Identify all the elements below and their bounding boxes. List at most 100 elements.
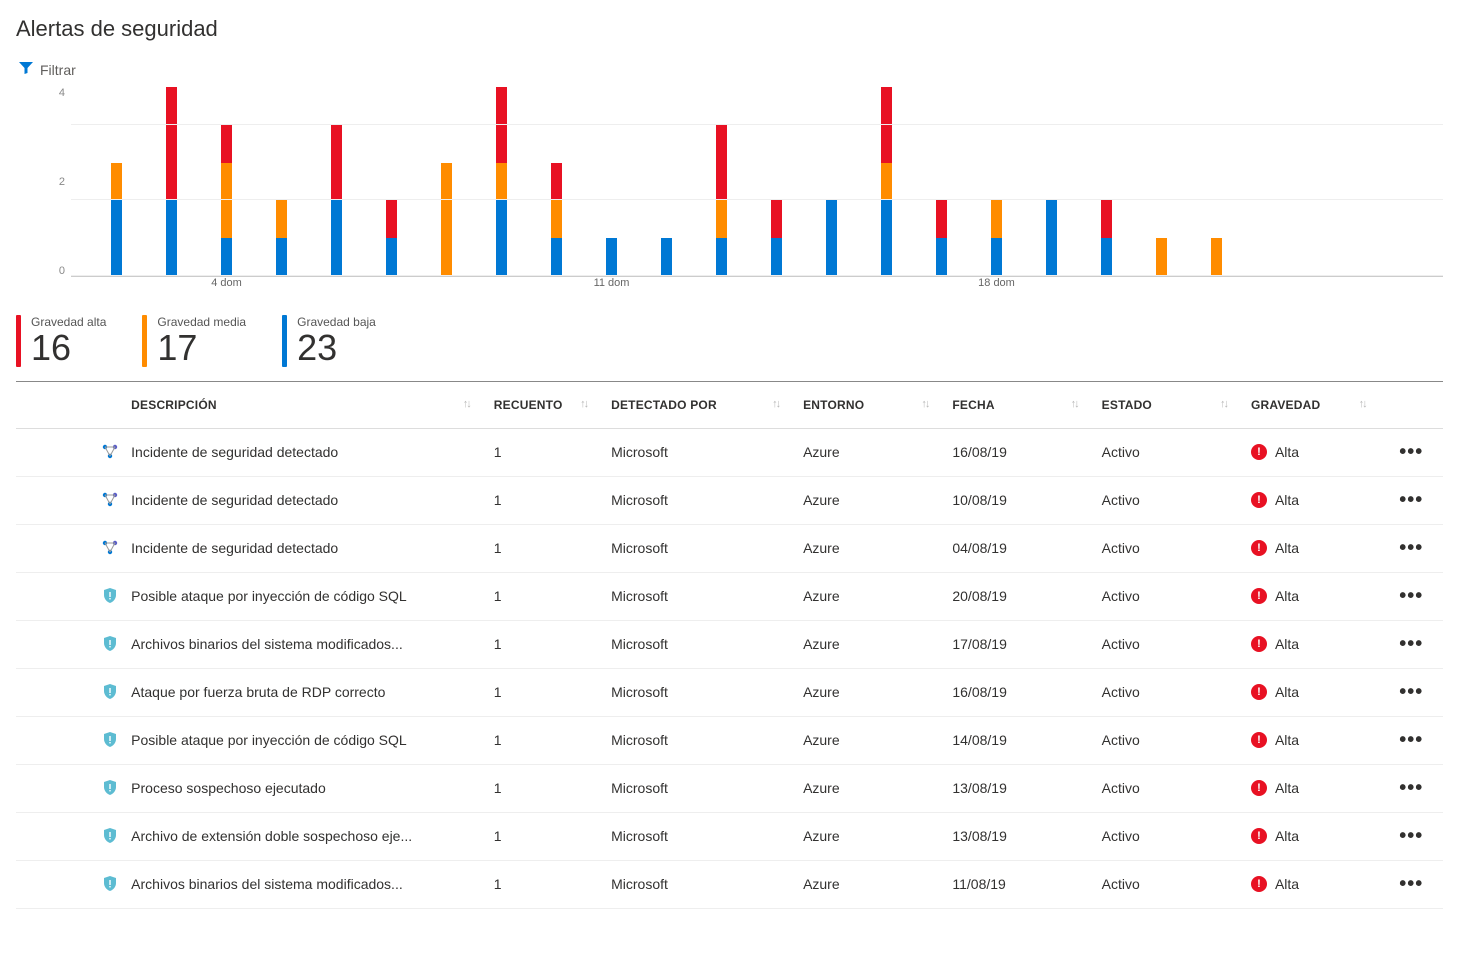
row-more-button[interactable]: ••• bbox=[1399, 585, 1423, 607]
row-more-button[interactable]: ••• bbox=[1399, 681, 1423, 703]
col-gravedad[interactable]: Gravedad↑↓ bbox=[1251, 382, 1390, 429]
chart-bar[interactable] bbox=[1156, 87, 1167, 276]
chart-bar[interactable] bbox=[1211, 87, 1222, 276]
row-more-button[interactable]: ••• bbox=[1399, 441, 1423, 463]
sort-icon: ↑↓ bbox=[1220, 398, 1227, 410]
table-row[interactable]: Archivo de extensión doble sospechoso ej… bbox=[16, 812, 1443, 860]
cell-entorno: Azure bbox=[803, 668, 952, 716]
chart-bar-segment-medium bbox=[441, 163, 452, 276]
filter-label: Filtrar bbox=[40, 62, 76, 78]
chart-bar[interactable] bbox=[881, 87, 892, 276]
cell-estado: Activo bbox=[1102, 620, 1251, 668]
severity-tile-value: 23 bbox=[297, 329, 376, 367]
chart-bar-segment-high bbox=[716, 125, 727, 201]
chart-bar-segment-medium bbox=[276, 200, 287, 238]
severity-tile-low[interactable]: Gravedad baja23 bbox=[282, 315, 376, 367]
row-expand[interactable] bbox=[16, 716, 101, 764]
chart-bar-segment-high bbox=[771, 200, 782, 238]
row-more-button[interactable]: ••• bbox=[1399, 633, 1423, 655]
chart-bar[interactable] bbox=[111, 87, 122, 276]
col-recuento[interactable]: Recuento↑↓ bbox=[494, 382, 611, 429]
row-expand[interactable] bbox=[16, 812, 101, 860]
alerts-table: Descripción↑↓ Recuento↑↓ Detectado por↑↓… bbox=[16, 382, 1443, 909]
chart-bar[interactable] bbox=[936, 87, 947, 276]
row-expand[interactable] bbox=[16, 524, 101, 572]
row-expand[interactable] bbox=[16, 764, 101, 812]
alerts-chart: 420 4 dom11 dom18 dom bbox=[16, 87, 1443, 297]
severity-summary: Gravedad alta16 Gravedad media17 Gravedad … bbox=[16, 315, 1443, 367]
table-row[interactable]: Ataque por fuerza bruta de RDP correcto 1… bbox=[16, 668, 1443, 716]
cell-detectado-por: Microsoft bbox=[611, 860, 803, 908]
filter-button[interactable]: Filtrar bbox=[16, 56, 78, 83]
severity-badge-icon: ! bbox=[1251, 540, 1267, 556]
chart-bar[interactable] bbox=[441, 87, 452, 276]
table-row[interactable]: Archivos binarios del sistema modificado… bbox=[16, 620, 1443, 668]
cell-detectado-por: Microsoft bbox=[611, 524, 803, 572]
cell-estado: Activo bbox=[1102, 428, 1251, 476]
chart-bar[interactable] bbox=[386, 87, 397, 276]
cell-gravedad: !Alta bbox=[1251, 572, 1390, 620]
chart-bar[interactable] bbox=[606, 87, 617, 276]
col-descripcion[interactable]: Descripción↑↓ bbox=[131, 382, 494, 429]
row-expand[interactable] bbox=[16, 476, 101, 524]
row-expand[interactable] bbox=[16, 572, 101, 620]
chart-bar[interactable] bbox=[166, 87, 177, 276]
incident-icon bbox=[101, 539, 121, 557]
severity-tile-value: 16 bbox=[31, 329, 106, 367]
col-estado[interactable]: Estado↑↓ bbox=[1102, 382, 1251, 429]
severity-badge-icon: ! bbox=[1251, 684, 1267, 700]
cell-estado: Activo bbox=[1102, 860, 1251, 908]
col-fecha[interactable]: Fecha↑↓ bbox=[952, 382, 1101, 429]
cell-fecha: 04/08/19 bbox=[952, 524, 1101, 572]
cell-descripcion: Archivo de extensión doble sospechoso ej… bbox=[131, 812, 494, 860]
chart-bar[interactable] bbox=[496, 87, 507, 276]
severity-tile-medium[interactable]: Gravedad media17 bbox=[142, 315, 246, 367]
chart-bar[interactable] bbox=[221, 87, 232, 276]
table-row[interactable]: Incidente de seguridad detectado1Microso… bbox=[16, 476, 1443, 524]
row-expand[interactable] bbox=[16, 620, 101, 668]
row-more-button[interactable]: ••• bbox=[1399, 729, 1423, 751]
table-row[interactable]: Proceso sospechoso ejecutado1MicrosoftAz… bbox=[16, 764, 1443, 812]
row-more-button[interactable]: ••• bbox=[1399, 825, 1423, 847]
chart-bar-segment-low bbox=[991, 238, 1002, 276]
chart-bar[interactable] bbox=[1101, 87, 1112, 276]
chart-bar[interactable] bbox=[1046, 87, 1057, 276]
table-row[interactable]: Archivos binarios del sistema modificado… bbox=[16, 860, 1443, 908]
chart-bar-segment-high bbox=[936, 200, 947, 238]
row-more-button[interactable]: ••• bbox=[1399, 873, 1423, 895]
cell-detectado-por: Microsoft bbox=[611, 716, 803, 764]
row-expand[interactable] bbox=[16, 428, 101, 476]
table-row[interactable]: Incidente de seguridad detectado1Microso… bbox=[16, 524, 1443, 572]
cell-fecha: 13/08/19 bbox=[952, 812, 1101, 860]
chart-bar-segment-low bbox=[1046, 200, 1057, 276]
cell-fecha: 17/08/19 bbox=[952, 620, 1101, 668]
row-more-button[interactable]: ••• bbox=[1399, 777, 1423, 799]
table-row[interactable]: Posible ataque por inyección de código S… bbox=[16, 716, 1443, 764]
row-more-button[interactable]: ••• bbox=[1399, 489, 1423, 511]
col-entorno[interactable]: Entorno↑↓ bbox=[803, 382, 952, 429]
chart-bar[interactable] bbox=[661, 87, 672, 276]
page-title: Alertas de seguridad bbox=[16, 16, 1443, 42]
chart-bar[interactable] bbox=[331, 87, 342, 276]
severity-tile-bar bbox=[282, 315, 287, 367]
cell-fecha: 16/08/19 bbox=[952, 668, 1101, 716]
chart-bar[interactable] bbox=[276, 87, 287, 276]
chart-bar[interactable] bbox=[551, 87, 562, 276]
cell-gravedad: !Alta bbox=[1251, 668, 1390, 716]
chart-bar[interactable] bbox=[771, 87, 782, 276]
chart-bar[interactable] bbox=[826, 87, 837, 276]
cell-entorno: Azure bbox=[803, 476, 952, 524]
row-expand[interactable] bbox=[16, 860, 101, 908]
cell-estado: Activo bbox=[1102, 572, 1251, 620]
row-expand[interactable] bbox=[16, 668, 101, 716]
sort-icon: ↑↓ bbox=[1071, 398, 1078, 410]
severity-tile-high[interactable]: Gravedad alta16 bbox=[16, 315, 106, 367]
table-row[interactable]: Incidente de seguridad detectado1Microso… bbox=[16, 428, 1443, 476]
chart-bar[interactable] bbox=[716, 87, 727, 276]
col-detectado-por[interactable]: Detectado por↑↓ bbox=[611, 382, 803, 429]
cell-descripcion: Ataque por fuerza bruta de RDP correcto bbox=[131, 668, 494, 716]
table-row[interactable]: Posible ataque por inyección de código S… bbox=[16, 572, 1443, 620]
severity-badge-label: Alta bbox=[1275, 828, 1299, 844]
chart-bar[interactable] bbox=[991, 87, 1002, 276]
row-more-button[interactable]: ••• bbox=[1399, 537, 1423, 559]
